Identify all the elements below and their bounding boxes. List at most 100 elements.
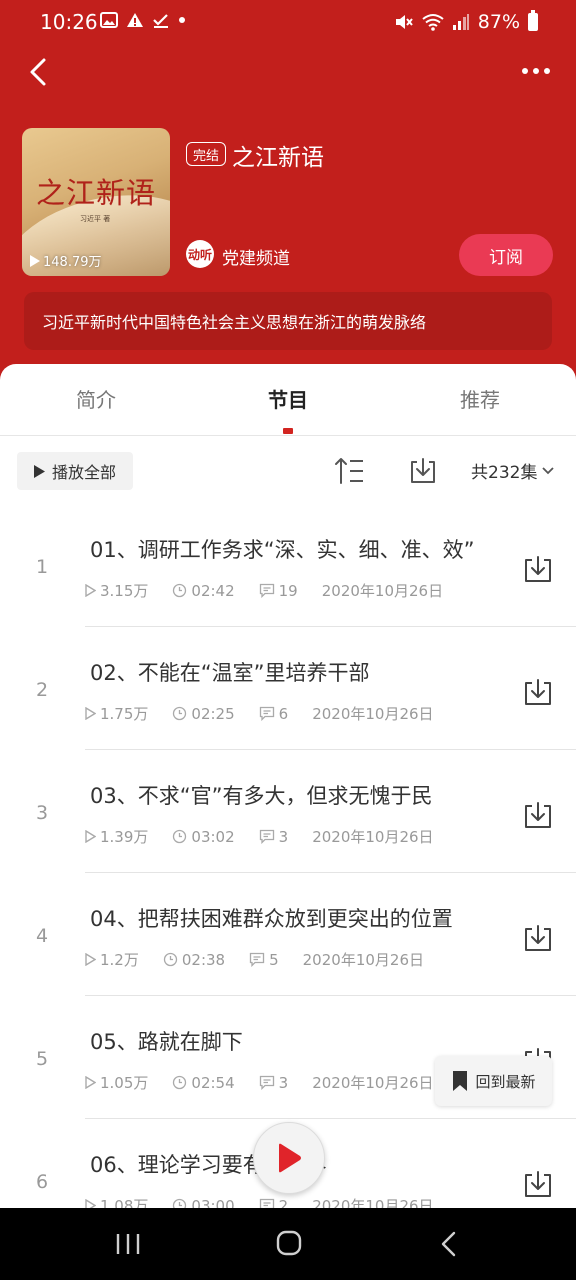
cover-title: 之江新语 [36,176,157,210]
episode-plays: 3.15万 [100,582,149,600]
warning-icon [127,13,143,27]
more-options-button[interactable] [516,56,556,86]
chevron-down-icon [542,466,555,474]
episode-plays: 1.39万 [100,828,149,846]
episode-number: 2 [35,679,49,701]
battery-percent: 87% [477,11,520,33]
system-nav-bar [0,1208,576,1280]
channel-logo[interactable]: 动听 [186,240,214,268]
episode-date: 2020年10月26日 [321,582,444,600]
episode-download-button[interactable] [523,800,553,830]
comment-icon [259,583,274,598]
wifi-icon [422,14,444,31]
download-icon [411,458,435,483]
channel-name[interactable]: 党建频道 [222,244,290,269]
tab-recommend[interactable]: 推荐 [384,384,576,413]
episode-duration: 02:42 [191,581,235,600]
description-text: 习近平新时代中国特色社会主义思想在浙江的萌发脉络 [42,313,427,332]
album-cover[interactable]: 之江新语 习近平 著 148.79万 [22,128,170,276]
album-title: 之江新语 [232,145,324,171]
comment-icon [249,952,265,967]
episode-number: 3 [35,802,49,824]
episode-meta: 1.08万 03:00 2 2020年10月26日 [85,1195,458,1208]
episode-plays: 1.2万 [100,951,139,969]
system-back-button[interactable] [438,1230,460,1258]
play-icon [279,1143,301,1173]
play-all-button[interactable]: 播放全部 [17,452,133,490]
episode-duration: 02:25 [191,704,235,723]
top-nav [0,50,576,94]
clock-icon [163,952,178,967]
tab-bar: 简介 节目 推荐 [0,364,576,436]
episode-date: 2020年10月26日 [312,1074,434,1092]
back-to-latest-button[interactable]: 回到最新 [435,1056,552,1106]
episode-comments: 2 [278,1196,289,1209]
episode-meta: 1.05万 02:54 3 2020年10月26日 [85,1072,458,1093]
episode-row[interactable]: 4 04、把帮扶困难群众放到更突出的位置 1.2万 02:38 5 2020年1… [0,873,576,996]
download-icon [525,925,551,951]
tab-episodes[interactable]: 节目 [192,384,384,413]
back-to-latest-label: 回到最新 [475,1072,536,1091]
episode-download-button[interactable] [523,923,553,953]
tab-intro[interactable]: 简介 [0,384,192,413]
episode-plays: 1.08万 [100,1197,149,1208]
dot-icon [179,17,185,23]
play-small-icon [30,254,40,267]
episode-meta: 1.39万 03:02 3 2020年10月26日 [85,826,458,847]
episode-row[interactable]: 1 01、调研工作务求“深、实、细、准、效” 3.15万 02:42 19 20… [0,504,576,627]
status-bar: 10:26 87% [0,0,576,46]
episode-title[interactable]: 02、不能在“温室”里培养干部 [90,657,369,687]
episode-download-button[interactable] [523,554,553,584]
sort-button[interactable] [334,456,366,486]
episode-date: 2020年10月26日 [312,1197,434,1208]
episode-duration: 03:00 [191,1196,235,1209]
download-icon [525,802,551,828]
episode-row[interactable]: 2 02、不能在“温室”里培养干部 1.75万 02:25 6 2020年10月… [0,627,576,750]
episode-title[interactable]: 04、把帮扶困难群众放到更突出的位置 [90,903,453,933]
play-count-icon [85,830,96,843]
battery-icon [528,10,538,31]
clock-icon [173,583,187,598]
recent-apps-button[interactable] [115,1232,141,1256]
episode-meta: 3.15万 02:42 19 2020年10月26日 [85,580,467,601]
episode-count-selector[interactable]: 共232集 [471,458,555,483]
cover-play-count: 148.79万 [30,251,102,270]
play-all-label: 播放全部 [51,463,116,482]
home-button[interactable] [276,1230,302,1256]
mute-icon [395,15,413,29]
episode-title[interactable]: 01、调研工作务求“深、实、细、准、效” [90,534,474,564]
comment-icon [259,1075,274,1090]
clock-icon [173,706,187,721]
comment-icon [259,829,274,844]
subscribe-button[interactable]: 订阅 [459,234,553,276]
gallery-icon [100,12,118,28]
home-icon [276,1230,302,1256]
episode-title[interactable]: 05、路就在脚下 [90,1026,243,1056]
episode-download-button[interactable] [523,1169,553,1199]
floating-play-button[interactable] [253,1122,325,1194]
play-count-icon [85,953,96,966]
episode-plays: 1.75万 [100,705,149,723]
episode-comments: 3 [278,827,289,846]
back-chevron-icon [441,1231,456,1257]
episode-number: 5 [35,1048,49,1070]
episode-meta: 1.2万 02:38 5 2020年10月26日 [85,949,448,970]
clock-icon [173,1075,187,1090]
download-icon [525,556,551,582]
batch-download-button[interactable] [408,456,438,486]
episode-date: 2020年10月26日 [312,828,434,846]
episode-duration: 02:38 [181,950,226,969]
comment-icon [259,1198,274,1208]
bookmark-icon [453,1071,468,1091]
episode-download-button[interactable] [523,677,553,707]
episode-duration: 03:02 [191,827,235,846]
back-button[interactable] [22,50,58,94]
episode-duration: 02:54 [191,1073,235,1092]
play-count-icon [85,584,96,597]
clock-icon [173,829,187,844]
episode-title[interactable]: 03、不求“官”有多大，但求无愧于民 [90,780,432,810]
episode-plays: 1.05万 [100,1074,149,1092]
episode-row[interactable]: 3 03、不求“官”有多大，但求无愧于民 1.39万 03:02 3 2020年… [0,750,576,873]
episode-comments: 5 [269,950,279,969]
episode-meta: 1.75万 02:25 6 2020年10月26日 [85,703,458,724]
